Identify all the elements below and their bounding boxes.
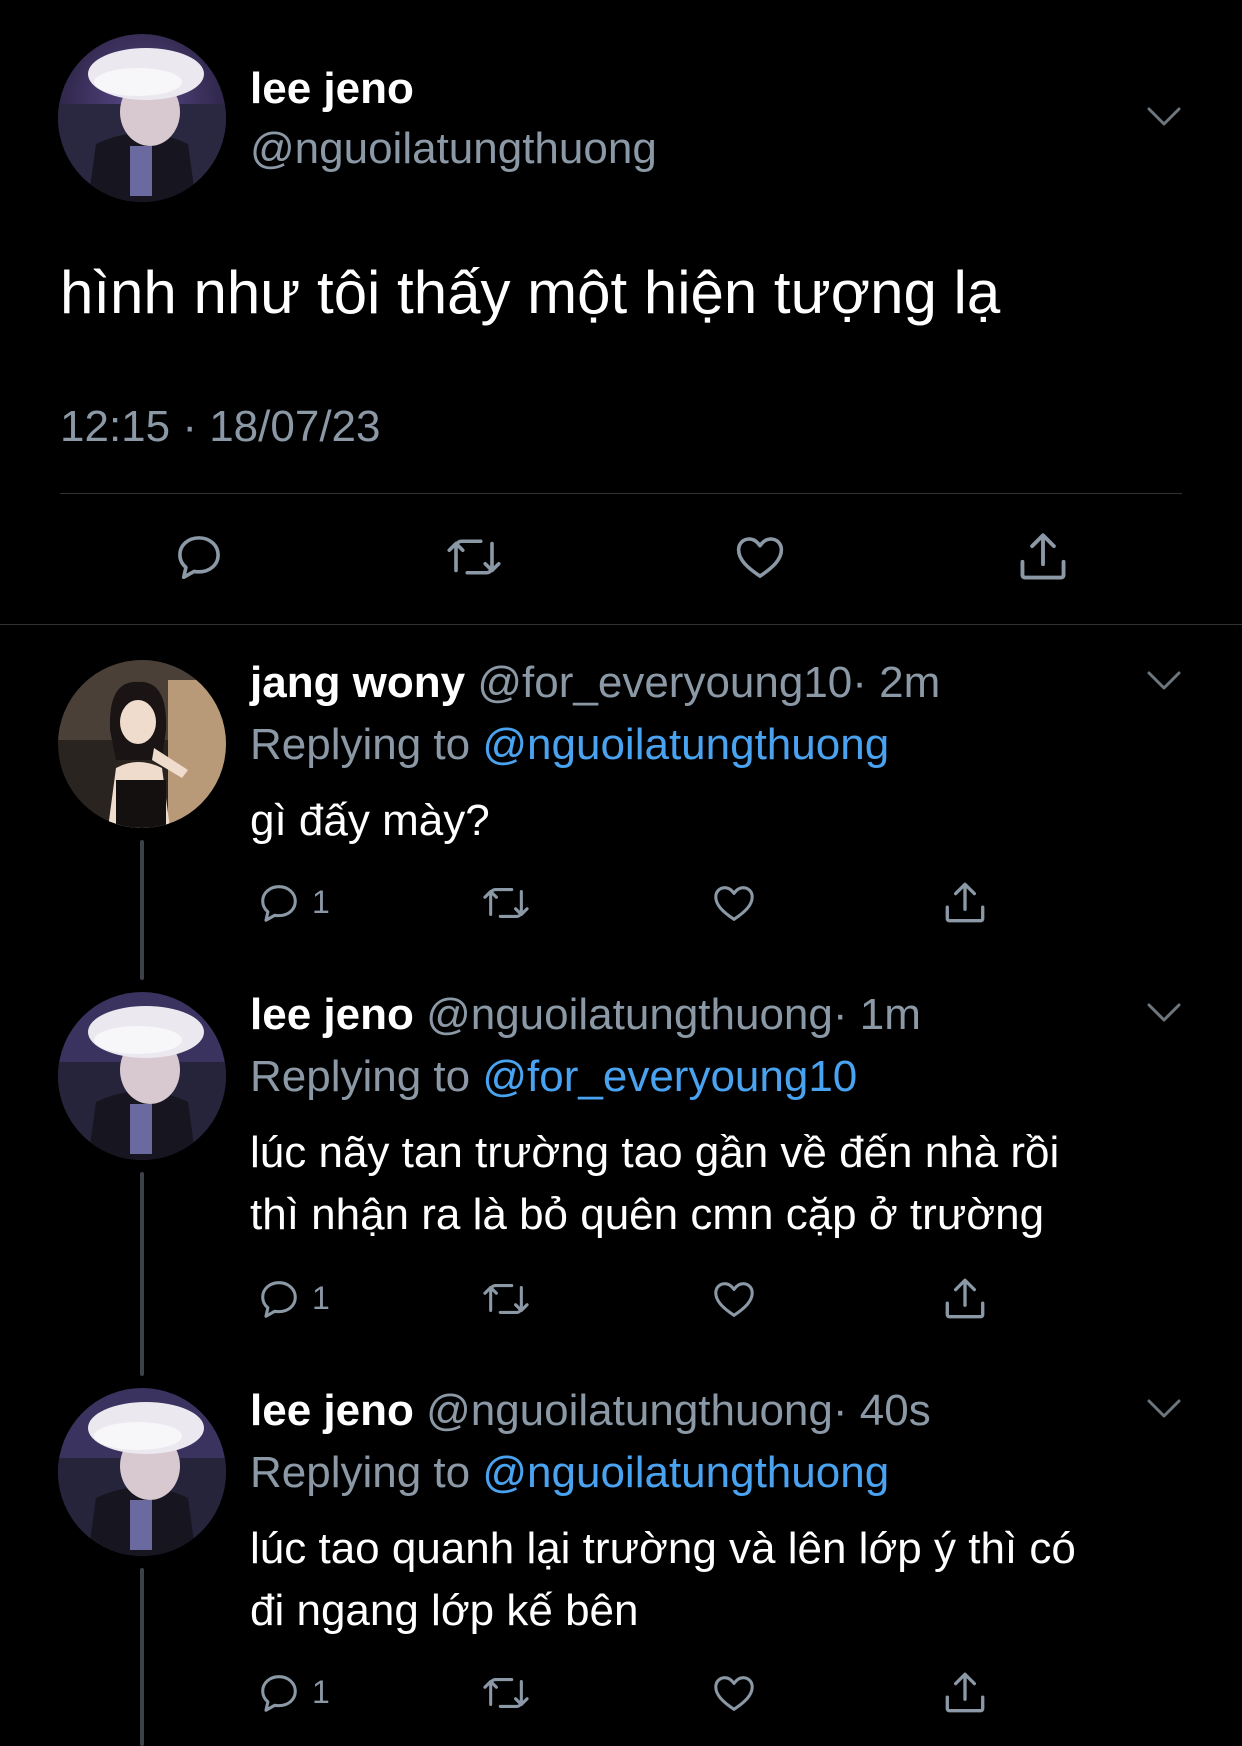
divider: [60, 493, 1182, 494]
reply-time[interactable]: · 2m: [852, 658, 940, 707]
reply-icon: [261, 1281, 297, 1318]
replying-to-label: Replying to: [250, 1448, 471, 1497]
share-button[interactable]: [940, 1668, 990, 1718]
share-icon: [945, 1672, 985, 1713]
replying-to-label: Replying to: [250, 1052, 471, 1101]
avatar-reply[interactable]: [58, 660, 226, 828]
avatar-reply[interactable]: [58, 1388, 226, 1556]
reply-count: 1: [312, 884, 330, 920]
reply-text-line: đi ngang lớp kế bên: [250, 1586, 639, 1635]
replying-to-link[interactable]: @nguoilatungthuong: [482, 720, 889, 769]
thread-line: [140, 1568, 144, 1746]
reply-text-line: lúc nãy tan trường tao gần về đến nhà rồ…: [250, 1128, 1060, 1177]
reply-header: lee jeno @nguoilatungthuong· 1m: [250, 990, 921, 1040]
like-button[interactable]: [710, 880, 758, 926]
reply-icon: [178, 536, 220, 580]
replying-to: Replying to @nguoilatungthuong: [250, 1448, 889, 1498]
main-timestamp[interactable]: 12:15 · 18/07/23: [60, 402, 380, 452]
retweet-button[interactable]: [480, 1670, 532, 1716]
share-icon: [945, 1278, 985, 1319]
main-display-name[interactable]: lee jeno: [250, 64, 414, 114]
like-button[interactable]: [732, 530, 788, 584]
share-button[interactable]: [1014, 528, 1072, 586]
thread-line: [140, 1172, 144, 1376]
thread-line: [140, 840, 144, 980]
reply-button[interactable]: [256, 880, 302, 926]
reply-text-line: thì nhận ra là bỏ quên cmn cặp ở trường: [250, 1190, 1045, 1239]
heart-icon: [736, 537, 784, 578]
reply-header: jang wony @for_everyoung10· 2m: [250, 658, 940, 708]
heart-icon: [714, 886, 754, 921]
share-icon: [1020, 533, 1066, 580]
reply-button[interactable]: [256, 1276, 302, 1322]
reply-handle[interactable]: @for_everyoung10: [477, 658, 852, 707]
retweet-icon: [483, 888, 529, 918]
reply-header: lee jeno @nguoilatungthuong· 40s: [250, 1386, 931, 1436]
reply-text-line: gì đấy mày?: [250, 796, 490, 845]
retweet-button[interactable]: [444, 530, 504, 584]
retweet-icon: [483, 1284, 529, 1314]
reply-count: 1: [312, 1674, 330, 1710]
replying-to: Replying to @for_everyoung10: [250, 1052, 857, 1102]
avatar-main[interactable]: [58, 34, 226, 202]
replying-to-label: Replying to: [250, 720, 471, 769]
reply-handle[interactable]: @nguoilatungthuong: [426, 1386, 833, 1435]
chevron-down-icon[interactable]: [1146, 670, 1182, 692]
like-button[interactable]: [710, 1276, 758, 1322]
replying-to-link[interactable]: @for_everyoung10: [482, 1052, 857, 1101]
chevron-down-icon[interactable]: [1146, 1002, 1182, 1024]
replying-to-link[interactable]: @nguoilatungthuong: [482, 1448, 889, 1497]
reply-button[interactable]: [172, 530, 226, 584]
reply-display-name[interactable]: jang wony: [250, 658, 465, 707]
reply-icon: [261, 885, 297, 922]
share-icon: [945, 882, 985, 923]
reply-count: 1: [312, 1280, 330, 1316]
retweet-icon: [447, 539, 501, 575]
reply-time[interactable]: · 40s: [833, 1386, 931, 1435]
reply-handle[interactable]: @nguoilatungthuong: [426, 990, 833, 1039]
reply-display-name[interactable]: lee jeno: [250, 1386, 414, 1435]
avatar-reply[interactable]: [58, 992, 226, 1160]
heart-icon: [714, 1676, 754, 1711]
retweet-icon: [483, 1678, 529, 1708]
reply-button[interactable]: [256, 1670, 302, 1716]
main-handle[interactable]: @nguoilatungthuong: [250, 124, 657, 174]
retweet-button[interactable]: [480, 1276, 532, 1322]
like-button[interactable]: [710, 1670, 758, 1716]
main-tweet-text: hình như tôi thấy một hiện tượng lạ: [60, 259, 1001, 326]
chevron-down-icon[interactable]: [1146, 1398, 1182, 1420]
reply-display-name[interactable]: lee jeno: [250, 990, 414, 1039]
reply-icon: [261, 1675, 297, 1712]
heart-icon: [714, 1282, 754, 1317]
share-button[interactable]: [940, 1274, 990, 1324]
reply-text-line: lúc tao quanh lại trường và lên lớp ý th…: [250, 1524, 1076, 1573]
chevron-down-icon[interactable]: [1146, 106, 1182, 128]
share-button[interactable]: [940, 878, 990, 928]
reply-time[interactable]: · 1m: [833, 990, 921, 1039]
replying-to: Replying to @nguoilatungthuong: [250, 720, 889, 770]
retweet-button[interactable]: [480, 880, 532, 926]
divider: [0, 624, 1242, 625]
